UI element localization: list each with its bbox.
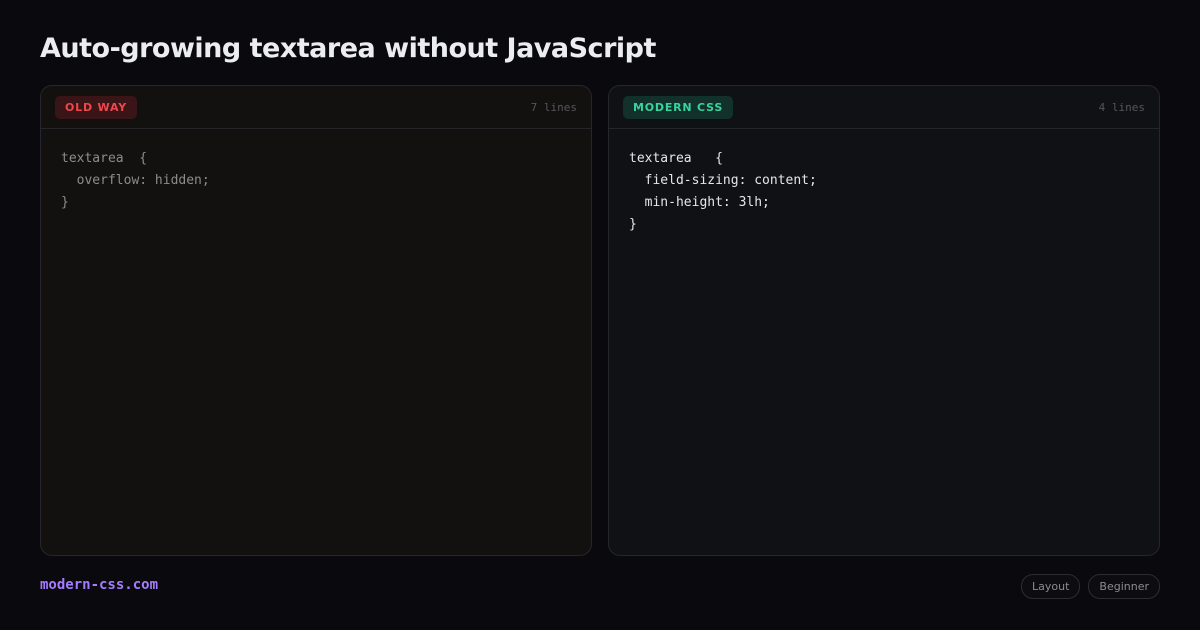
old-way-badge: OLD WAY xyxy=(55,95,137,119)
site-brand-link[interactable]: modern-css.com xyxy=(40,577,158,593)
modern-css-panel-header: MODERN CSS 4 lines xyxy=(609,86,1159,129)
modern-css-panel: MODERN CSS 4 lines textarea { field-sizi… xyxy=(608,85,1160,556)
old-way-line-count: 7 lines xyxy=(530,100,577,114)
old-way-code-block: textarea { overflow: hidden; } xyxy=(61,151,210,210)
old-way-panel-header: OLD WAY 7 lines xyxy=(41,86,591,129)
page-title: Auto-growing textarea without JavaScript xyxy=(40,33,656,64)
modern-css-line-count: 4 lines xyxy=(1098,100,1145,114)
modern-css-code-block: textarea { field-sizing: content; min-he… xyxy=(629,151,817,232)
tag-beginner[interactable]: Beginner xyxy=(1088,574,1160,599)
tag-list: Layout Beginner xyxy=(1021,574,1160,599)
old-way-panel: OLD WAY 7 lines textarea { overflow: hid… xyxy=(40,85,592,556)
tag-layout[interactable]: Layout xyxy=(1021,574,1081,599)
modern-css-badge: MODERN CSS xyxy=(623,95,734,119)
